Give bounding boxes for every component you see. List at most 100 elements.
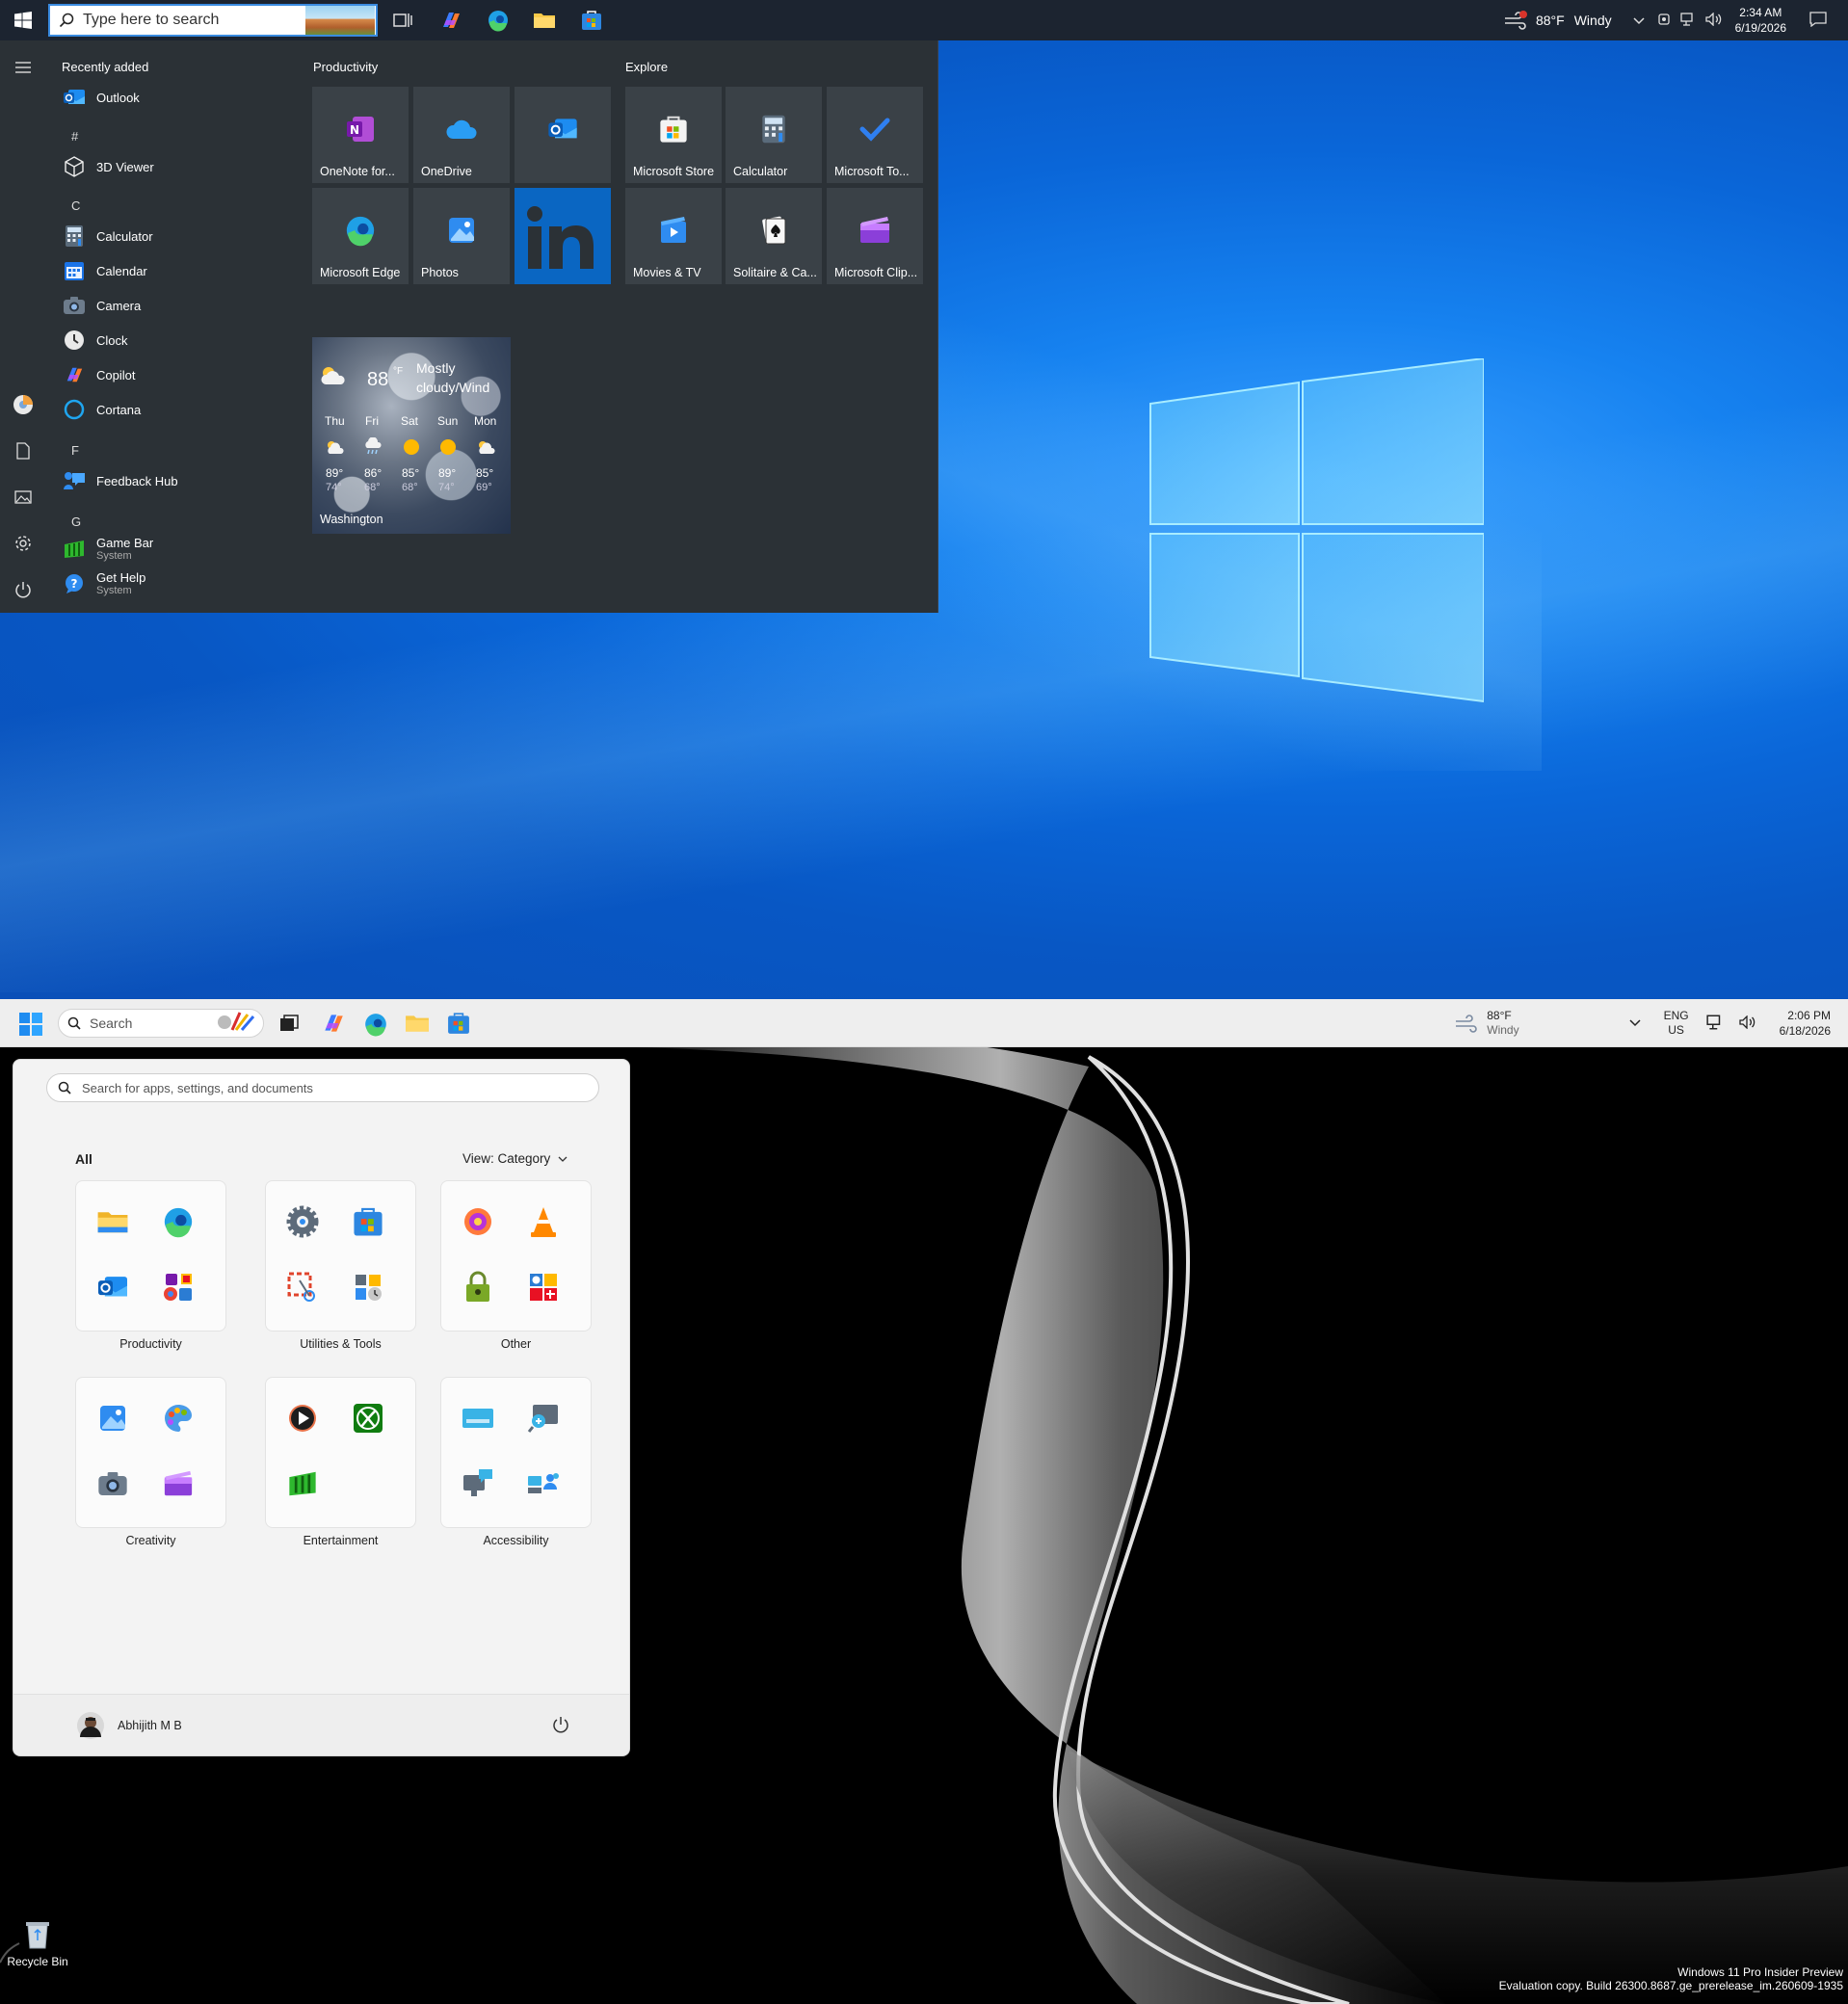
tile-microsoft-todo[interactable]: Microsoft To... [827, 87, 923, 183]
app-item-camera[interactable]: Camera [62, 293, 141, 318]
file-explorer-icon[interactable] [531, 8, 558, 33]
file-explorer-icon[interactable] [405, 1013, 430, 1039]
tile-calculator[interactable]: Calculator [726, 87, 822, 183]
chevron-up-icon[interactable] [1633, 13, 1645, 28]
misc-apps-folder-icon [526, 1270, 561, 1305]
search-box[interactable]: Search [58, 1009, 264, 1038]
clock-w10[interactable]: 2:34 AM 6/19/2026 [1735, 5, 1786, 36]
documents-icon[interactable] [12, 439, 35, 462]
store-icon[interactable] [578, 8, 605, 33]
media-player-icon [285, 1401, 320, 1436]
forecast-day: Thu [325, 414, 345, 428]
paint-palette-icon [161, 1401, 196, 1436]
category-other[interactable] [440, 1180, 592, 1332]
network-icon[interactable] [1679, 12, 1696, 29]
app-label: Get Help System [96, 570, 145, 596]
language-indicator[interactable]: ENG US [1664, 1009, 1689, 1038]
start-search-input[interactable]: Search for apps, settings, and documents [46, 1073, 599, 1102]
app-item-outlook[interactable]: Outlook [62, 85, 140, 110]
app-item-feedback-hub[interactable]: Feedback Hub [62, 468, 178, 493]
notification-icon[interactable] [1809, 11, 1827, 30]
view-category-dropdown[interactable]: View: Category [462, 1151, 568, 1166]
tile-onenote[interactable]: N OneNote for... [312, 87, 409, 183]
tile-photos[interactable]: Photos [413, 188, 510, 284]
calculator-icon [62, 224, 87, 249]
letter-header-g[interactable]: G [71, 514, 81, 529]
app-item-game-bar[interactable]: Game Bar System [62, 536, 153, 562]
letter-header-c[interactable]: C [71, 198, 80, 213]
category-utilities-tools[interactable] [265, 1180, 416, 1332]
clock-icon [62, 328, 87, 353]
app-label: Calculator [96, 228, 153, 244]
start-button[interactable] [0, 0, 46, 40]
tile-outlook[interactable] [515, 87, 611, 183]
clipchamp-icon [858, 213, 892, 248]
app-subtitle: System [96, 585, 132, 596]
power-icon[interactable] [12, 578, 35, 601]
group-title-explore[interactable]: Explore [625, 60, 668, 74]
network-icon[interactable] [1706, 1015, 1724, 1033]
tile-movies-tv[interactable]: Movies & TV [625, 188, 722, 284]
app-item-cortana[interactable]: Cortana [62, 397, 141, 422]
app-subtitle: System [96, 550, 132, 562]
task-view-icon[interactable] [279, 1015, 299, 1037]
category-productivity[interactable] [75, 1180, 226, 1332]
settings-icon[interactable] [12, 532, 35, 555]
app-item-get-help[interactable]: ? Get Help System [62, 570, 145, 596]
user-account-button[interactable]: Abhijith M B [77, 1712, 182, 1739]
category-entertainment[interactable] [265, 1377, 416, 1528]
app-item-clock[interactable]: Clock [62, 328, 128, 353]
task-view-icon[interactable] [389, 8, 416, 33]
start-button[interactable] [19, 1013, 42, 1041]
tile-microsoft-edge[interactable]: Microsoft Edge [312, 188, 409, 284]
clock-time: 2:06 PM [1787, 1009, 1831, 1022]
forecast-day: Fri [365, 414, 379, 428]
meet-now-icon[interactable] [1657, 13, 1671, 29]
pictures-icon[interactable] [12, 486, 35, 509]
cube-icon [62, 154, 87, 179]
tools-folder-icon [351, 1270, 385, 1305]
category-accessibility[interactable] [440, 1377, 592, 1528]
tile-onedrive[interactable]: OneDrive [413, 87, 510, 183]
app-item-calendar[interactable]: Calendar [62, 258, 147, 283]
app-label: Feedback Hub [96, 473, 178, 488]
tile-label: Movies & TV [633, 266, 701, 279]
letter-header-f[interactable]: F [71, 443, 79, 458]
group-title-productivity[interactable]: Productivity [313, 60, 378, 74]
user-avatar-icon[interactable] [12, 393, 35, 416]
volume-icon[interactable] [1738, 1014, 1756, 1032]
volume-icon[interactable] [1704, 11, 1723, 29]
clock-w11[interactable]: 2:06 PM 6/18/2026 [1780, 1008, 1831, 1039]
edge-icon[interactable] [485, 8, 512, 33]
power-button[interactable] [552, 1716, 569, 1738]
movies-icon [656, 213, 691, 248]
letter-header-hash[interactable]: # [71, 129, 78, 144]
wind-icon [1456, 1015, 1478, 1033]
start-footer: Abhijith M B [13, 1694, 629, 1755]
store-icon[interactable] [447, 1012, 470, 1040]
tile-linkedin[interactable] [515, 188, 611, 284]
firefox-icon [461, 1204, 495, 1239]
app-item-copilot[interactable]: Copilot [62, 362, 135, 387]
edge-icon[interactable] [363, 1012, 388, 1042]
copilot-icon[interactable] [437, 8, 464, 33]
tile-clipchamp[interactable]: Microsoft Clip... [827, 188, 923, 284]
tile-solitaire[interactable]: Solitaire & Ca... [726, 188, 822, 284]
app-item-calculator[interactable]: Calculator [62, 224, 153, 249]
tile-weather[interactable]: 88 °F Mostly cloudy/Wind Thu Fri Sat Sun… [312, 337, 511, 534]
weather-widget[interactable]: 88°F Windy [1503, 11, 1612, 30]
app-label: Camera [96, 298, 142, 313]
desktop-icon-recycle-bin[interactable]: Recycle Bin [6, 1919, 69, 1968]
calendar-icon [62, 258, 87, 283]
category-creativity[interactable] [75, 1377, 226, 1528]
sun-icon [440, 439, 456, 455]
camera-icon [95, 1466, 130, 1501]
tile-microsoft-store[interactable]: Microsoft Store [625, 87, 722, 183]
app-item-3d-viewer[interactable]: 3D Viewer [62, 154, 154, 179]
recycle-bin-icon [26, 1922, 49, 1949]
chevron-up-icon[interactable] [1629, 1016, 1641, 1030]
weather-widget[interactable]: 88°F Windy [1454, 1009, 1519, 1038]
search-box[interactable]: Type here to search [48, 4, 378, 37]
hamburger-menu-icon[interactable] [12, 56, 35, 79]
copilot-icon[interactable] [321, 1012, 346, 1040]
